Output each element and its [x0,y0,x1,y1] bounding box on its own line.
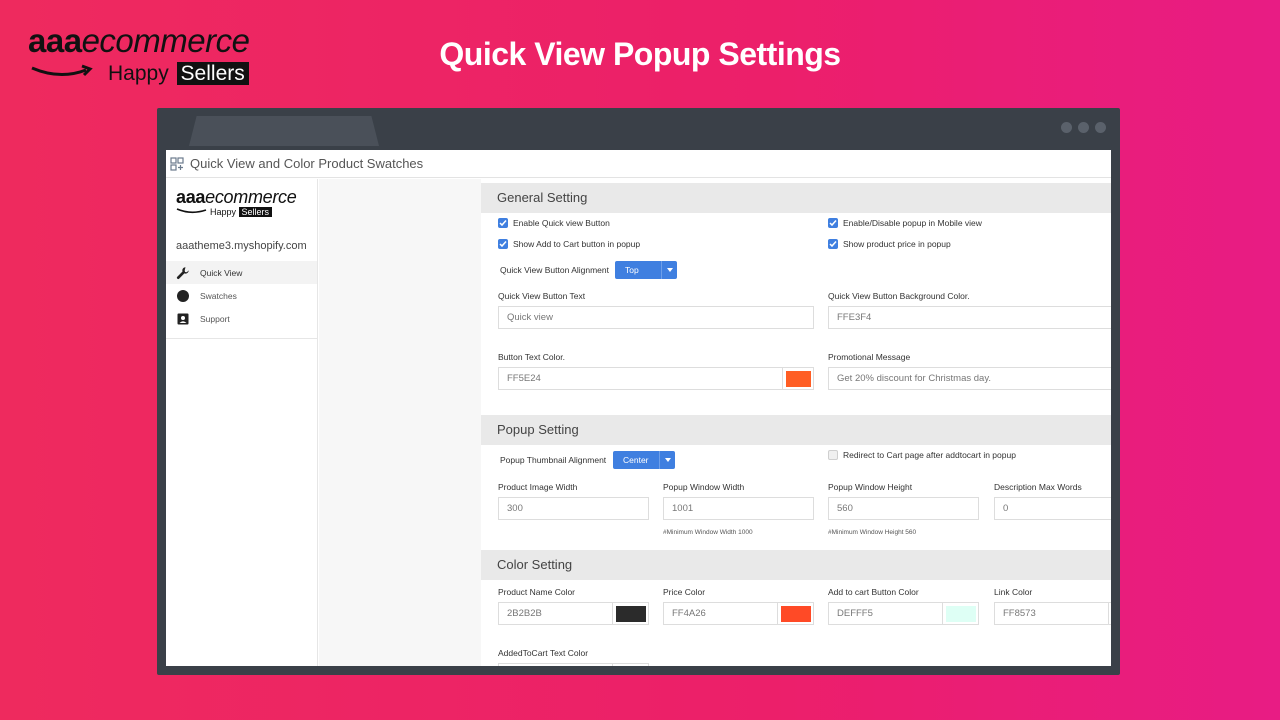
promo-label: Promotional Message [828,352,911,362]
secondary-panel [319,179,481,666]
sidebar-tagline-happy: Happy [210,207,237,217]
color-setting-heading: Color Setting [481,550,1111,580]
window-dot-icon[interactable] [1078,122,1089,133]
sidebar-smile-icon [176,208,207,214]
caret-down-icon [661,261,677,279]
sidebar-item-swatches[interactable]: Swatches [166,284,317,307]
alignment-select-value: Top [625,265,639,275]
alignment-select[interactable]: Top [615,261,677,279]
sidebar-tagline-sellers: Sellers [238,207,273,217]
button-text-label: Quick View Button Text [498,291,586,301]
wrench-icon [176,266,190,280]
browser-frame: Quick View and Color Product Swatches aa… [157,108,1120,675]
checkmark-icon [828,239,838,249]
window-controls [1061,122,1106,133]
price-color-label: Price Color [663,587,706,597]
name-color-swatch[interactable] [612,602,649,625]
checkmark-icon [498,218,508,228]
window-height-label: Popup Window Height [828,482,913,492]
sidebar: aaaecommerce Happy Sellers aaatheme3.mys… [166,179,318,666]
desc-words-input[interactable]: 0 [994,497,1111,520]
image-width-label: Product Image Width [498,482,578,492]
name-color-input[interactable]: 2B2B2B [498,602,613,625]
thumb-align-select[interactable]: Center [613,451,675,469]
color-swatch-fill [615,605,646,622]
checkmark-icon [498,239,508,249]
redirect-cart-checkbox[interactable]: Redirect to Cart page after addtocart in… [828,450,1016,460]
color-swatch-fill [945,605,976,622]
store-domain: aaatheme3.myshopify.com [176,240,307,252]
browser-tab[interactable] [189,116,379,146]
name-color-label: Product Name Color [498,587,576,597]
popup-setting-heading: Popup Setting [481,415,1111,445]
window-dot-icon[interactable] [1061,122,1072,133]
window-width-note: #Minimum Window Width 1000 [663,529,753,536]
added-color-label: AddedToCart Text Color [498,648,589,658]
promo-input[interactable]: Get 20% discount for Christmas day. [828,367,1111,390]
button-text-input[interactable]: Quick view [498,306,814,329]
alignment-label: Quick View Button Alignment [500,265,609,275]
cart-color-swatch[interactable] [942,602,979,625]
checkbox-label: Show product price in popup [843,239,951,249]
sidebar-item-quick-view[interactable]: Quick View [166,261,317,284]
text-color-label: Button Text Color. [498,352,565,362]
checkbox-label: Show Add to Cart button in popup [513,239,641,249]
window-height-note: #Minimum Window Height 560 [828,529,917,536]
checkbox-label: Redirect to Cart page after addtocart in… [843,450,1016,460]
window-width-label: Popup Window Width [663,482,745,492]
image-width-input[interactable]: 300 [498,497,649,520]
price-color-swatch[interactable] [777,602,814,625]
bg-color-input[interactable]: FFE3F4 [828,306,1111,329]
text-color-input[interactable]: FF5E24 [498,367,783,390]
app-window: Quick View and Color Product Swatches aa… [166,150,1111,666]
thumb-align-label: Popup Thumbnail Alignment [500,455,607,465]
show-add-to-cart-checkbox[interactable]: Show Add to Cart button in popup [498,239,640,249]
window-width-input[interactable]: 1001 [663,497,814,520]
show-price-checkbox[interactable]: Show product price in popup [828,239,951,249]
sidebar-item-support[interactable]: Support [166,307,317,330]
link-color-swatch[interactable] [1108,602,1111,625]
desc-words-label: Description Max Words [994,482,1082,492]
circle-icon [176,289,190,303]
bg-color-label: Quick View Button Background Color. [828,291,970,301]
color-swatch-fill [780,605,811,622]
apps-grid-icon [170,156,184,171]
app-title: Quick View and Color Product Swatches [190,156,424,171]
settings-content: General Setting Enable Quick view Button… [481,179,1111,666]
sidebar-item-label: Support [200,313,230,324]
sidebar-logo-wordmark: aaaecommerce [176,187,317,208]
cart-color-label: Add to cart Button Color [828,587,919,597]
contact-icon [176,312,190,326]
cart-color-input[interactable]: DEFFF5 [828,602,943,625]
checkbox-empty-icon [828,450,838,460]
sidebar-logo-tagline: Happy Sellers [210,207,273,217]
enable-mobile-checkbox[interactable]: Enable/Disable popup in Mobile view [828,218,982,228]
window-dot-icon[interactable] [1095,122,1106,133]
sidebar-item-label: Quick View [200,267,243,278]
sidebar-logo-bold: aaa [176,187,206,207]
sidebar-item-label: Swatches [200,290,237,301]
banner-title: Quick View Popup Settings [439,36,841,72]
added-color-swatch[interactable] [612,663,649,666]
price-color-input[interactable]: FF4A26 [663,602,778,625]
general-setting-heading: General Setting [481,183,1111,213]
text-color-swatch[interactable] [782,367,814,390]
checkmark-icon [828,218,838,228]
link-color-input[interactable]: FF8573 [994,602,1109,625]
added-color-input[interactable] [498,663,613,666]
checkbox-label: Enable/Disable popup in Mobile view [843,218,982,228]
enable-quick-view-checkbox[interactable]: Enable Quick view Button [498,218,610,228]
sidebar-divider [166,338,317,339]
checkbox-label: Enable Quick view Button [513,218,610,228]
sidebar-logo-italic: ecommerce [205,187,297,207]
app-header: Quick View and Color Product Swatches [166,150,1111,178]
window-height-input[interactable]: 560 [828,497,979,520]
sidebar-logo: aaaecommerce Happy Sellers [166,179,317,239]
thumb-align-select-value: Center [623,455,649,465]
link-color-label: Link Color [994,587,1033,597]
caret-down-icon [659,451,675,469]
color-swatch-fill [785,370,811,387]
